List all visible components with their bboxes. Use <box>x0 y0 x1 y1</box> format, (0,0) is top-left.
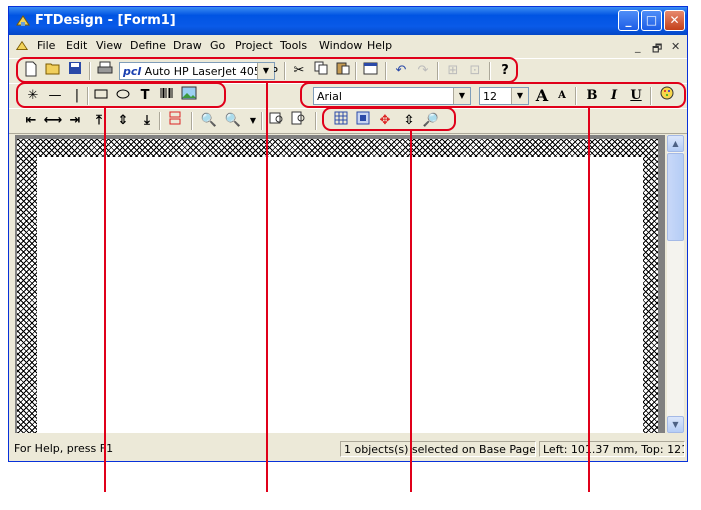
vertical-scrollbar[interactable]: ▲ ▼ <box>667 135 684 433</box>
title-bar[interactable]: FTDesign - [Form1] _ □ ✕ <box>9 7 687 35</box>
highlight-layout-tools <box>322 107 456 131</box>
callout-line <box>588 106 590 492</box>
zoom-in-icon[interactable]: 🔍 <box>199 111 219 131</box>
minimize-button[interactable]: _ <box>618 10 639 31</box>
align-right-icon[interactable]: ⇥ <box>65 111 85 131</box>
highlight-draw-tools <box>16 82 226 108</box>
menu-draw[interactable]: Draw <box>173 39 202 52</box>
menu-project[interactable]: Project <box>235 39 273 52</box>
scroll-down-icon[interactable]: ▼ <box>667 416 684 433</box>
scroll-thumb[interactable] <box>667 153 684 241</box>
close-button[interactable]: ✕ <box>664 10 685 31</box>
status-bar: For Help, press F1 1 objects(s) selected… <box>9 439 687 459</box>
mdi-restore-button[interactable]: 🗗 <box>652 40 662 59</box>
callout-line <box>266 83 268 492</box>
menu-help[interactable]: Help <box>367 39 392 52</box>
mdi-minimize-button[interactable]: _ <box>635 40 641 53</box>
menu-view[interactable]: View <box>96 39 122 52</box>
same-size-icon[interactable] <box>165 111 185 131</box>
menu-file[interactable]: File <box>37 39 55 52</box>
highlight-standard-toolbar <box>16 57 518 83</box>
separator <box>191 112 193 130</box>
zoom-out-icon[interactable]: 🔍 <box>223 111 243 131</box>
status-position: Left: 101.37 mm, Top: 121 <box>539 441 685 457</box>
separator <box>159 112 161 130</box>
highlight-format-tools <box>300 82 686 108</box>
status-selection: 1 objects(s) selected on Base Page <box>340 441 536 457</box>
menu-go[interactable]: Go <box>210 39 225 52</box>
separator <box>261 112 263 130</box>
menu-define[interactable]: Define <box>130 39 166 52</box>
callout-line <box>104 106 106 492</box>
center-horizontal-icon[interactable]: ⟷ <box>43 111 63 131</box>
menu-bar: File Edit View Define Draw Go Project To… <box>9 35 687 57</box>
zoom-dropdown-icon[interactable]: ▼ <box>243 111 263 131</box>
align-left-icon[interactable]: ⇤ <box>21 111 41 131</box>
mdi-close-button[interactable]: ✕ <box>671 40 680 53</box>
status-help: For Help, press F1 <box>14 442 114 455</box>
menu-window[interactable]: Window <box>319 39 362 52</box>
document-icon[interactable] <box>15 39 29 53</box>
window-title: FTDesign - [Form1] <box>35 13 176 28</box>
menu-edit[interactable]: Edit <box>66 39 87 52</box>
separator <box>315 112 317 130</box>
form-page[interactable] <box>37 157 643 433</box>
print-preview-icon[interactable] <box>267 111 287 131</box>
maximize-button[interactable]: □ <box>641 10 662 31</box>
app-icon <box>16 15 30 26</box>
preview-zoom-icon[interactable] <box>289 111 309 131</box>
menu-tools[interactable]: Tools <box>280 39 307 52</box>
align-top-icon[interactable]: ⤒ <box>89 111 109 131</box>
center-vertical-icon[interactable]: ⇕ <box>113 111 133 131</box>
callout-line <box>410 130 412 492</box>
align-bottom-icon[interactable]: ⤓ <box>137 111 157 131</box>
scroll-up-icon[interactable]: ▲ <box>667 135 684 152</box>
